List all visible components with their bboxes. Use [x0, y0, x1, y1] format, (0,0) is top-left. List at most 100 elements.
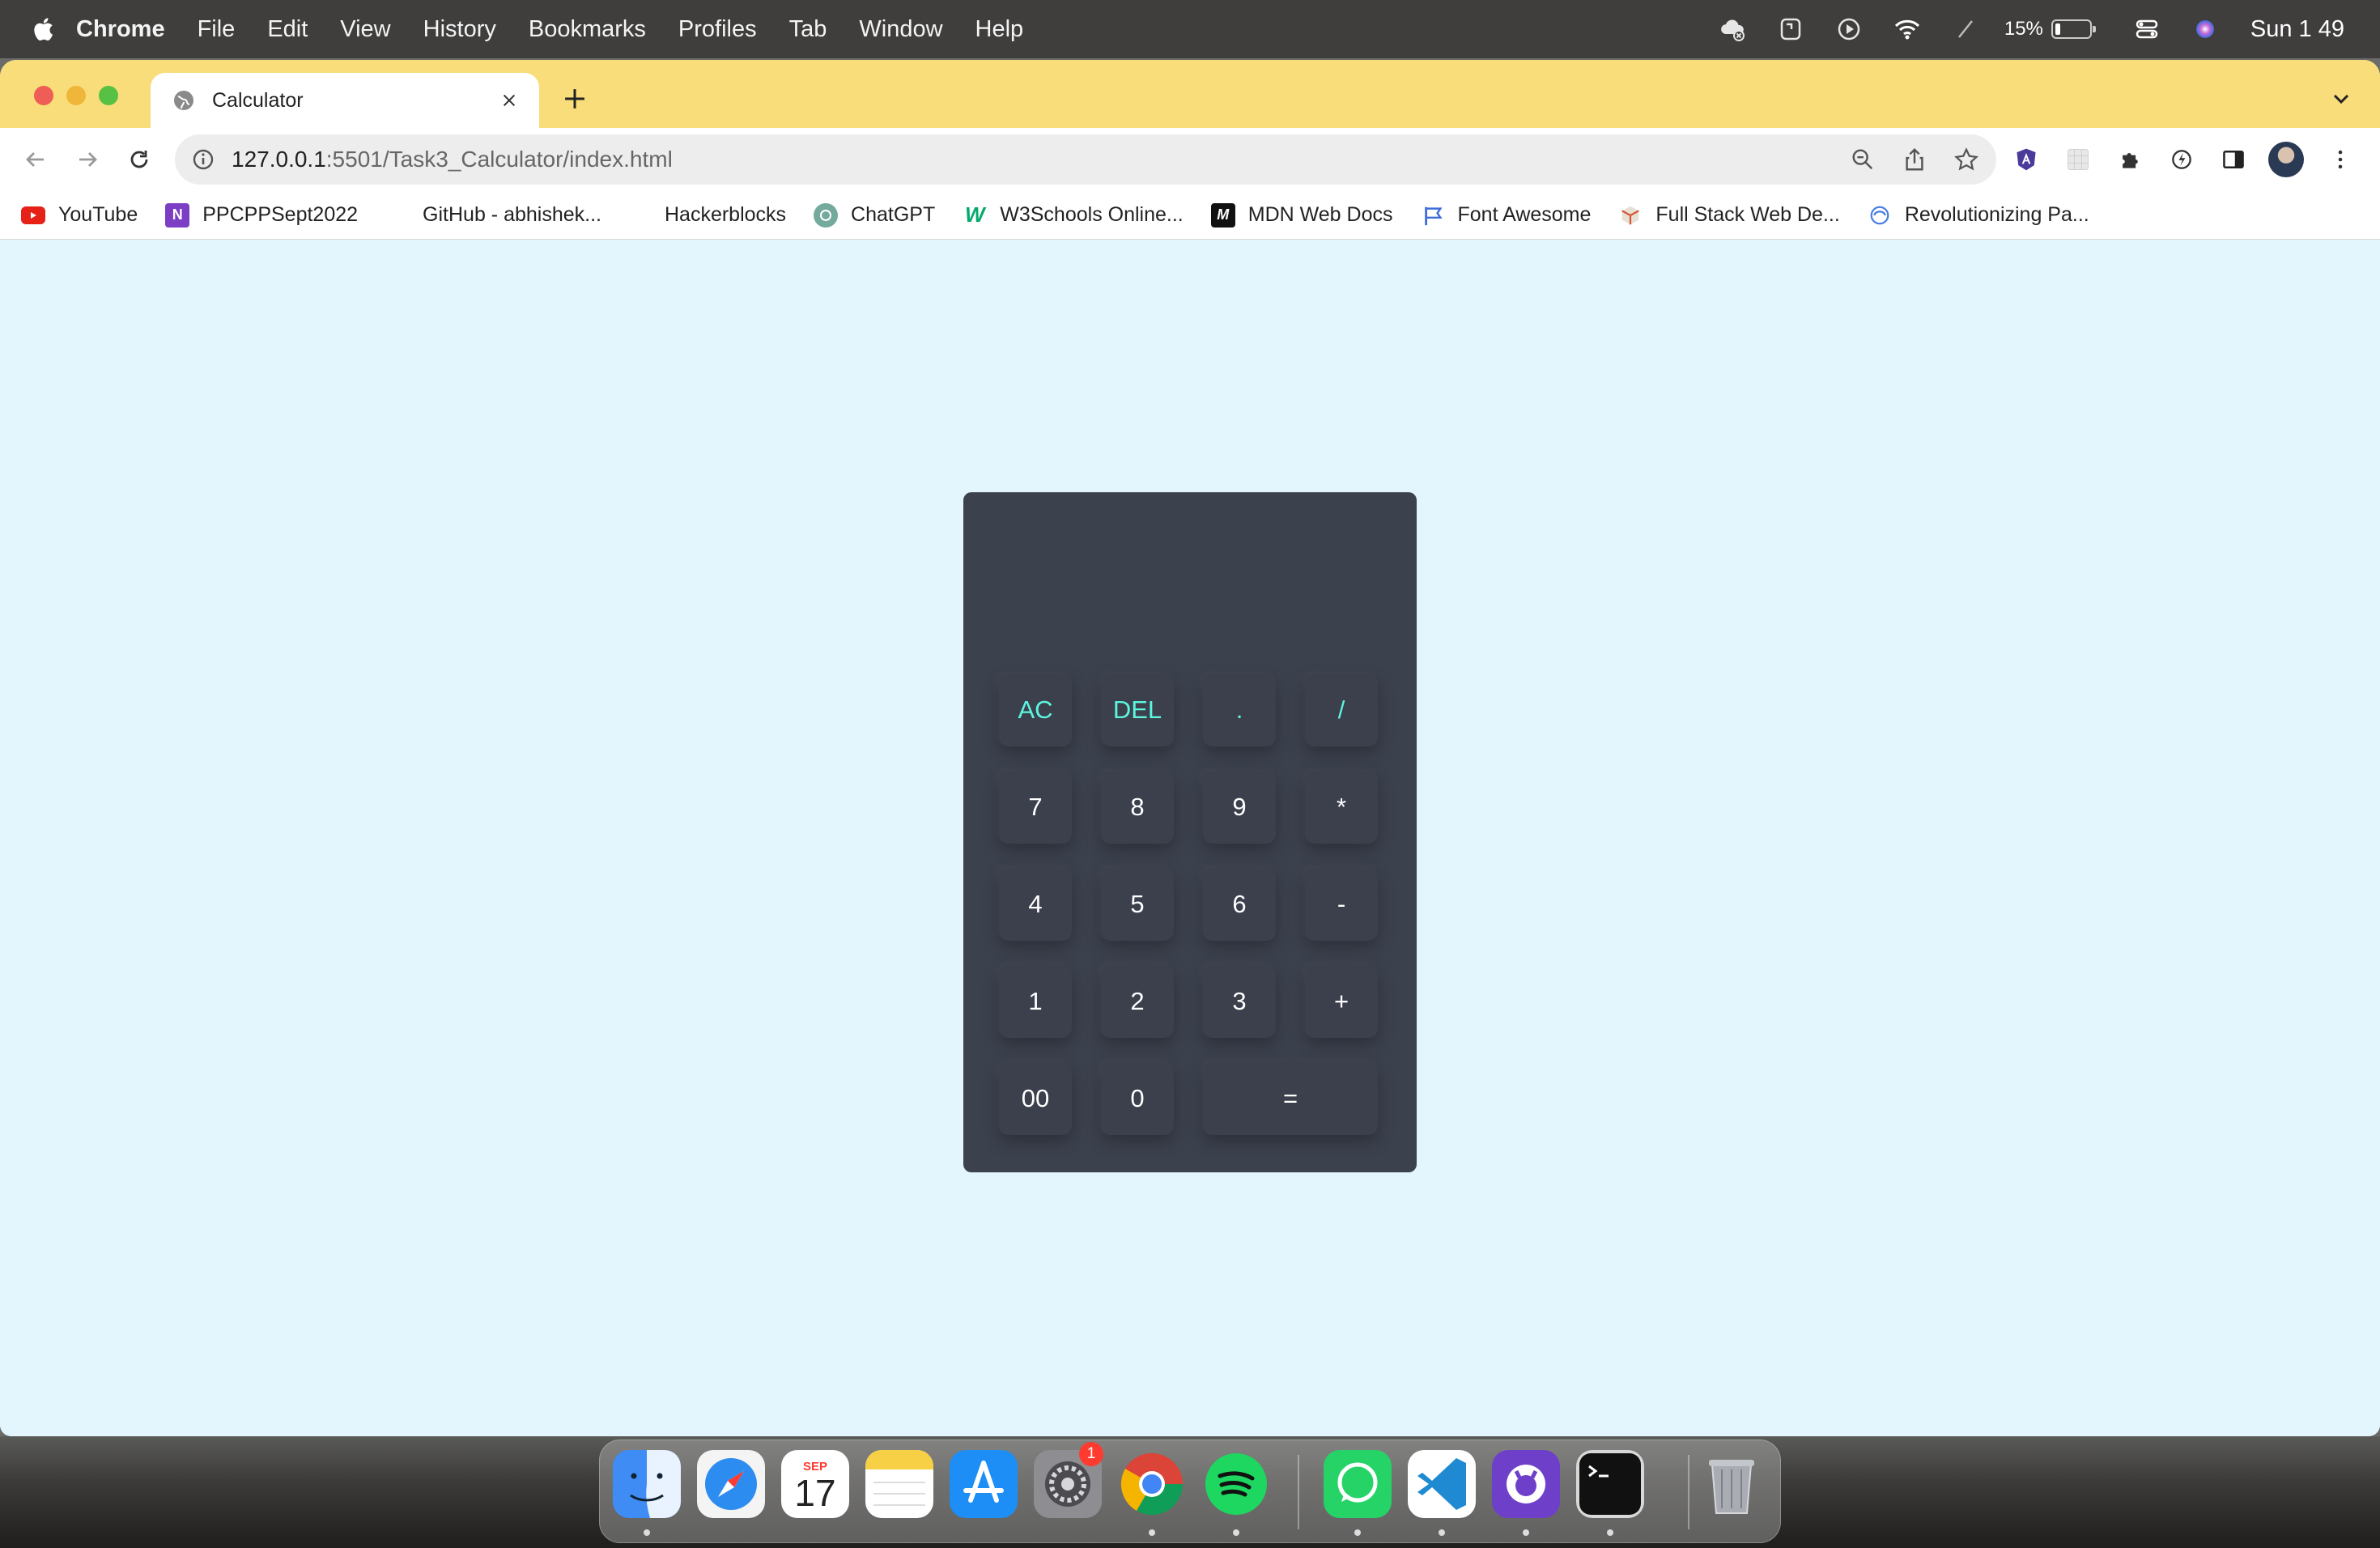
key-3[interactable]: 3	[1203, 965, 1276, 1038]
bookmark-github[interactable]: GitHub - abhishek...	[423, 203, 601, 227]
dock-vscode-icon[interactable]	[1408, 1450, 1476, 1518]
page-content: AC DEL . / 7 8 9 * 4 5 6 - 1 2 3 + 00 0 …	[0, 240, 2380, 1436]
wand-icon[interactable]	[1949, 13, 1982, 45]
mdn-icon: M	[1210, 202, 1235, 228]
key-plus[interactable]: +	[1305, 965, 1378, 1038]
onenote-icon: N	[165, 202, 190, 228]
grid-extension-icon[interactable]	[2063, 144, 2093, 175]
menu-profiles[interactable]: Profiles	[678, 16, 757, 43]
icloud-sync-icon[interactable]	[1716, 13, 1749, 45]
wifi-icon[interactable]	[1891, 13, 1923, 45]
key-double-zero[interactable]: 00	[999, 1062, 1072, 1135]
bookmark-youtube[interactable]: YouTube	[21, 203, 138, 227]
key-8[interactable]: 8	[1101, 771, 1174, 844]
menu-app-name[interactable]: Chrome	[76, 16, 165, 43]
menu-tab[interactable]: Tab	[789, 16, 827, 43]
chatgpt-icon	[814, 202, 839, 228]
key-all-clear[interactable]: AC	[999, 674, 1072, 746]
bookmark-mdn[interactable]: M MDN Web Docs	[1210, 202, 1393, 228]
bookmark-star-icon[interactable]	[1953, 146, 1980, 173]
menubar-clock[interactable]: Sun 1 49	[2250, 16, 2344, 43]
zoom-out-icon[interactable]	[1849, 146, 1876, 173]
dock-notes-icon[interactable]	[865, 1450, 933, 1518]
screenshot-tool-icon[interactable]	[1774, 13, 1807, 45]
key-9[interactable]: 9	[1203, 771, 1276, 844]
extensions-puzzle-icon[interactable]	[2114, 144, 2145, 175]
key-4[interactable]: 4	[999, 868, 1072, 941]
url-text[interactable]: 127.0.0.1:5501/Task3_Calculator/index.ht…	[232, 147, 673, 172]
angular-devtools-extension-icon[interactable]	[2011, 144, 2042, 175]
key-equals[interactable]: =	[1203, 1062, 1378, 1135]
key-6[interactable]: 6	[1203, 868, 1276, 941]
dock-finder-icon[interactable]	[613, 1450, 681, 1518]
key-multiply[interactable]: *	[1305, 771, 1378, 844]
performance-gauge-icon[interactable]	[2166, 144, 2197, 175]
dock-github-desktop-icon[interactable]	[1492, 1450, 1560, 1518]
share-icon[interactable]	[1901, 146, 1928, 173]
media-play-icon[interactable]	[1833, 13, 1865, 45]
key-2[interactable]: 2	[1101, 965, 1174, 1038]
bookmark-chatgpt[interactable]: ChatGPT	[814, 202, 936, 228]
bookmark-ppcppsept2022[interactable]: N PPCPPSept2022	[165, 202, 358, 228]
siri-icon[interactable]	[2189, 13, 2221, 45]
key-5[interactable]: 5	[1101, 868, 1174, 941]
dock-whatsapp-icon[interactable]	[1324, 1450, 1392, 1518]
back-arrow-icon[interactable]	[18, 142, 53, 177]
tab-search-chevron-icon[interactable]	[2327, 84, 2356, 113]
key-minus[interactable]: -	[1305, 868, 1378, 941]
menu-bookmarks[interactable]: Bookmarks	[529, 16, 646, 43]
tab-title: Calculator	[212, 88, 304, 112]
dock-chrome-icon[interactable]	[1118, 1450, 1186, 1518]
dock-trash-icon[interactable]	[1698, 1450, 1766, 1518]
flag-icon	[1421, 203, 1445, 228]
key-delete[interactable]: DEL	[1101, 674, 1174, 746]
key-decimal[interactable]: .	[1203, 674, 1276, 746]
cube-icon	[1618, 203, 1643, 228]
tab-calculator[interactable]: Calculator	[151, 73, 539, 128]
bookmark-label: MDN Web Docs	[1247, 203, 1393, 226]
dock-terminal-icon[interactable]	[1576, 1450, 1644, 1518]
dock-spotify-icon[interactable]	[1202, 1450, 1270, 1518]
bookmark-label: GitHub - abhishek...	[423, 203, 601, 226]
bookmark-revolutionizing[interactable]: Revolutionizing Pa...	[1868, 203, 2089, 228]
side-panel-icon[interactable]	[2218, 144, 2249, 175]
profile-avatar[interactable]	[2268, 142, 2304, 177]
menu-help[interactable]: Help	[975, 16, 1024, 43]
dock-safari-icon[interactable]	[697, 1450, 765, 1518]
globe-icon	[1868, 203, 1892, 228]
bookmark-w3schools[interactable]: W W3Schools Online...	[963, 202, 1184, 228]
running-indicator	[1233, 1529, 1239, 1536]
calendar-day: 17	[794, 1471, 836, 1514]
menu-window[interactable]: Window	[859, 16, 942, 43]
forward-arrow-icon[interactable]	[70, 142, 105, 177]
url-host: 127.0.0.1	[232, 147, 326, 172]
dock-app-store-icon[interactable]	[950, 1450, 1018, 1518]
key-7[interactable]: 7	[999, 771, 1072, 844]
bookmark-label: ChatGPT	[851, 203, 936, 226]
menu-history[interactable]: History	[423, 16, 496, 43]
menu-view[interactable]: View	[340, 16, 390, 43]
address-bar[interactable]: 127.0.0.1:5501/Task3_Calculator/index.ht…	[175, 134, 1996, 185]
tab-close-icon[interactable]	[497, 88, 521, 113]
control-center-icon[interactable]	[2131, 13, 2163, 45]
bookmark-font-awesome[interactable]: Font Awesome	[1421, 203, 1591, 228]
apple-logo-icon[interactable]	[32, 16, 53, 42]
key-divide[interactable]: /	[1305, 674, 1378, 746]
dock-calendar-icon[interactable]: SEP 17	[781, 1450, 849, 1518]
window-minimize-button[interactable]	[66, 86, 86, 105]
menu-file[interactable]: File	[198, 16, 236, 43]
bookmark-full-stack[interactable]: Full Stack Web De...	[1618, 203, 1840, 228]
site-info-icon[interactable]	[191, 147, 215, 172]
key-0[interactable]: 0	[1101, 1062, 1174, 1135]
window-close-button[interactable]	[34, 86, 53, 105]
bookmark-label: Hackerblocks	[664, 203, 787, 226]
kebab-menu-icon[interactable]	[2325, 144, 2356, 175]
new-tab-button[interactable]	[559, 83, 591, 115]
bookmark-hackerblocks[interactable]: Hackerblocks	[665, 203, 786, 227]
battery-icon[interactable]	[2051, 19, 2096, 39]
key-1[interactable]: 1	[999, 965, 1072, 1038]
window-zoom-button[interactable]	[99, 86, 118, 105]
reload-icon[interactable]	[121, 142, 157, 177]
bookmark-label: W3Schools Online...	[1000, 203, 1184, 226]
menu-edit[interactable]: Edit	[267, 16, 308, 43]
